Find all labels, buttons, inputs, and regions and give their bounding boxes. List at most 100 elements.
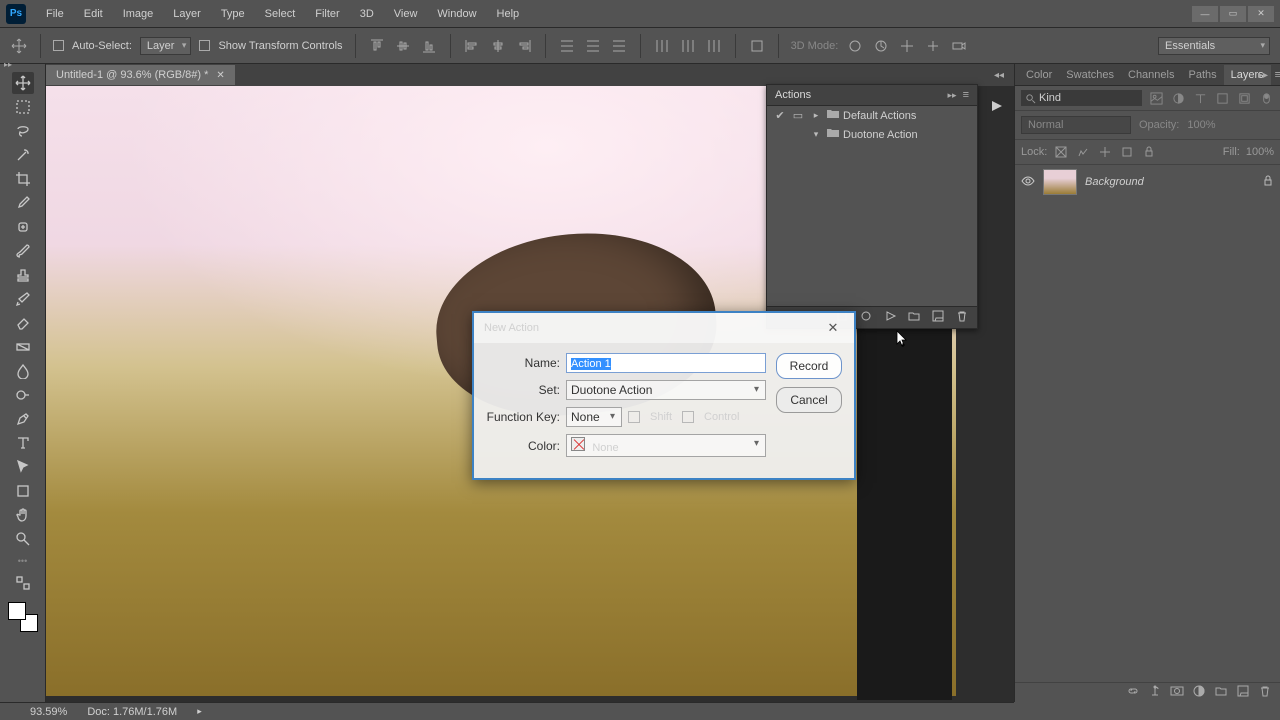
record-button[interactable]: Record xyxy=(776,353,842,379)
visibility-icon[interactable] xyxy=(1021,176,1035,189)
menu-image[interactable]: Image xyxy=(113,4,164,24)
zoom-level[interactable]: 93.59% xyxy=(30,706,67,718)
auto-select-dropdown[interactable]: Layer xyxy=(140,37,192,55)
document-close-icon[interactable]: ✕ xyxy=(216,70,224,81)
delete-layer-icon[interactable] xyxy=(1258,684,1272,701)
tab-paths[interactable]: Paths xyxy=(1181,65,1223,85)
zoom-tool[interactable] xyxy=(12,528,34,550)
eyedropper-tool[interactable] xyxy=(12,192,34,214)
lock-image-icon[interactable] xyxy=(1075,144,1091,160)
layer-kind-filter[interactable]: Kind xyxy=(1021,90,1142,106)
distribute-vcenter-icon[interactable] xyxy=(584,37,602,55)
filter-adjust-icon[interactable] xyxy=(1170,90,1186,106)
adjust-layer-icon[interactable] xyxy=(1192,684,1206,701)
heal-tool[interactable] xyxy=(12,216,34,238)
new-layer-icon[interactable] xyxy=(1236,684,1250,701)
function-key-select[interactable]: None xyxy=(566,407,622,427)
opacity-value[interactable]: 100% xyxy=(1187,119,1215,131)
fill-value[interactable]: 100% xyxy=(1246,146,1274,158)
menu-edit[interactable]: Edit xyxy=(74,4,113,24)
actions-play-button[interactable] xyxy=(984,96,1008,116)
tab-color[interactable]: Color xyxy=(1019,65,1059,85)
chevron-right-icon[interactable]: ▸ xyxy=(809,110,823,121)
marquee-tool[interactable] xyxy=(12,96,34,118)
history-brush-tool[interactable] xyxy=(12,288,34,310)
document-tab[interactable]: Untitled-1 @ 93.6% (RGB/8#) * ✕ xyxy=(46,65,235,85)
edit-toolbar-tool[interactable] xyxy=(12,572,34,594)
menu-3d[interactable]: 3D xyxy=(350,4,384,24)
actions-collapse-icon[interactable]: ▸▸ xyxy=(942,90,963,101)
align-top-icon[interactable] xyxy=(368,37,386,55)
tab-channels[interactable]: Channels xyxy=(1121,65,1181,85)
layer-lock-icon[interactable] xyxy=(1262,175,1274,190)
crop-tool[interactable] xyxy=(12,168,34,190)
foreground-color[interactable] xyxy=(8,602,26,620)
layer-thumbnail[interactable] xyxy=(1043,169,1077,195)
close-window-button[interactable]: ✕ xyxy=(1248,6,1274,22)
align-right-icon[interactable] xyxy=(515,37,533,55)
new-action-icon[interactable] xyxy=(931,309,945,326)
menu-file[interactable]: File xyxy=(36,4,74,24)
dialog-titlebar[interactable]: New Action ✕ xyxy=(474,313,854,343)
menu-window[interactable]: Window xyxy=(427,4,486,24)
blur-tool[interactable] xyxy=(12,360,34,382)
brush-tool[interactable] xyxy=(12,240,34,262)
auto-select-checkbox[interactable] xyxy=(53,40,64,51)
layer-style-icon[interactable] xyxy=(1148,684,1162,701)
actions-menu-icon[interactable]: ≡ xyxy=(963,89,969,101)
color-swatches[interactable] xyxy=(8,602,38,632)
set-select[interactable]: Duotone Action xyxy=(566,380,766,400)
filter-type-icon[interactable] xyxy=(1192,90,1208,106)
actions-panel-header[interactable]: Actions ▸▸ ≡ xyxy=(767,85,977,106)
menu-help[interactable]: Help xyxy=(487,4,530,24)
workspace-dropdown[interactable]: Essentials xyxy=(1158,37,1270,55)
hand-tool[interactable] xyxy=(12,504,34,526)
distribute-right-icon[interactable] xyxy=(705,37,723,55)
lock-all-icon[interactable] xyxy=(1141,144,1157,160)
menu-select[interactable]: Select xyxy=(255,4,306,24)
chevron-down-icon[interactable]: ▾ xyxy=(809,129,823,140)
action-toggle-check[interactable]: ✔ xyxy=(773,109,787,122)
panel-menu-icon[interactable]: ≡ xyxy=(1271,65,1280,85)
gradient-tool[interactable] xyxy=(12,336,34,358)
group-icon[interactable] xyxy=(1214,684,1228,701)
wand-tool[interactable] xyxy=(12,144,34,166)
menu-filter[interactable]: Filter xyxy=(305,4,349,24)
show-transform-checkbox[interactable] xyxy=(199,40,210,51)
lock-transparent-icon[interactable] xyxy=(1053,144,1069,160)
maximize-button[interactable]: ▭ xyxy=(1220,6,1246,22)
action-set-row[interactable]: ▾ Duotone Action xyxy=(767,125,977,144)
name-input[interactable]: Action 1 xyxy=(566,353,766,373)
new-set-icon[interactable] xyxy=(907,309,921,326)
action-dialog-toggle[interactable]: ▭ xyxy=(791,109,805,122)
toolbox-collapse-icon[interactable]: ▸▸ xyxy=(4,60,18,68)
toolbox-more-icon[interactable]: ••• xyxy=(18,556,27,566)
minimize-button[interactable]: — xyxy=(1192,6,1218,22)
align-hcenter-icon[interactable] xyxy=(489,37,507,55)
link-layers-icon[interactable] xyxy=(1126,684,1140,701)
path-select-tool[interactable] xyxy=(12,456,34,478)
filter-toggle-icon[interactable] xyxy=(1258,90,1274,106)
lasso-tool[interactable] xyxy=(12,120,34,142)
tab-swatches[interactable]: Swatches xyxy=(1059,65,1121,85)
filter-smart-icon[interactable] xyxy=(1236,90,1252,106)
menu-type[interactable]: Type xyxy=(211,4,255,24)
auto-align-icon[interactable] xyxy=(748,37,766,55)
distribute-bottom-icon[interactable] xyxy=(610,37,628,55)
filter-image-icon[interactable] xyxy=(1148,90,1164,106)
action-set-row[interactable]: ✔ ▭ ▸ Default Actions xyxy=(767,106,977,125)
shape-tool[interactable] xyxy=(12,480,34,502)
align-bottom-icon[interactable] xyxy=(420,37,438,55)
record-icon[interactable] xyxy=(859,309,873,326)
distribute-hcenter-icon[interactable] xyxy=(679,37,697,55)
layer-name[interactable]: Background xyxy=(1085,176,1144,188)
distribute-left-icon[interactable] xyxy=(653,37,671,55)
distribute-top-icon[interactable] xyxy=(558,37,576,55)
status-chevron-icon[interactable]: ▸ xyxy=(197,706,202,717)
menu-layer[interactable]: Layer xyxy=(163,4,211,24)
layer-row[interactable]: Background xyxy=(1015,165,1280,199)
dodge-tool[interactable] xyxy=(12,384,34,406)
color-select[interactable]: None xyxy=(566,434,766,457)
menu-view[interactable]: View xyxy=(384,4,428,24)
eraser-tool[interactable] xyxy=(12,312,34,334)
